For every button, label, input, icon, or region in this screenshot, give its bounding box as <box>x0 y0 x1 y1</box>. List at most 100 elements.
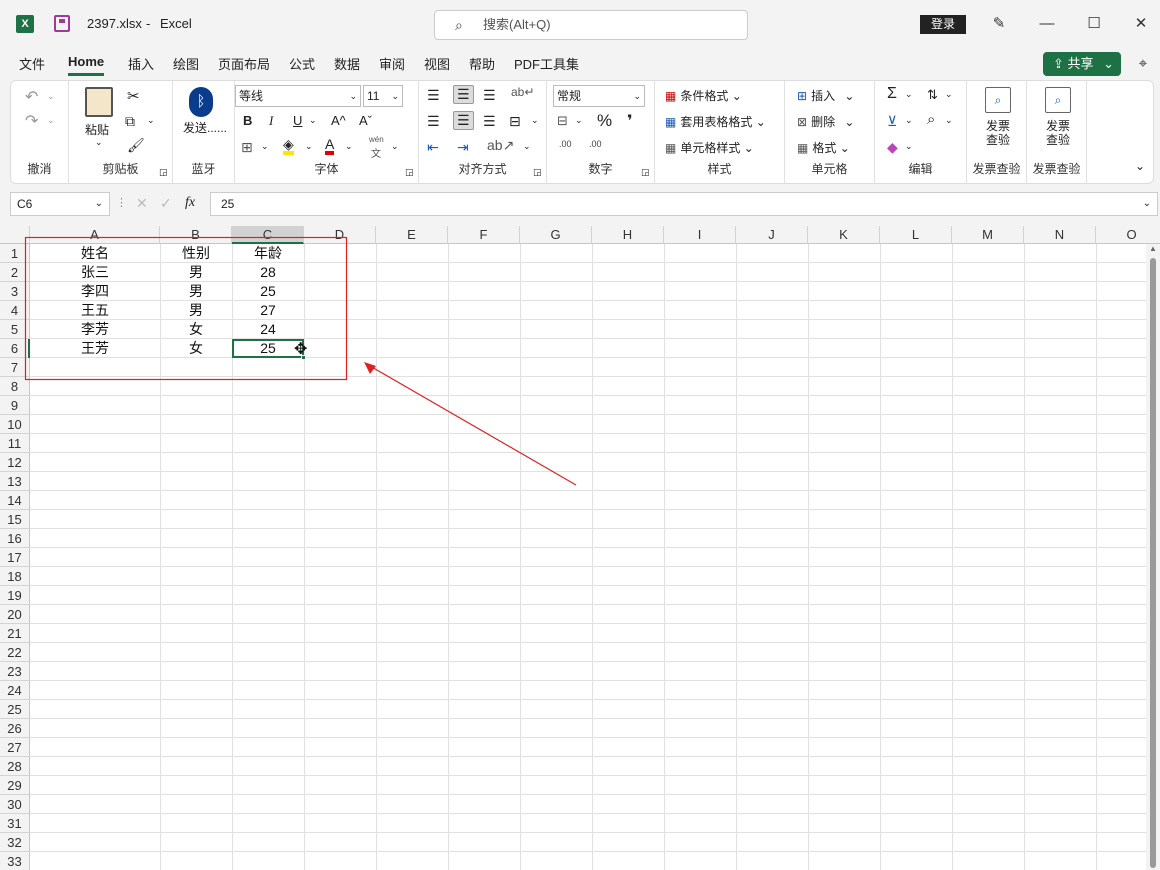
scroll-up-icon[interactable]: ▲ <box>1149 244 1157 253</box>
row-header[interactable]: 32 <box>0 833 30 852</box>
invoice-check-button-2[interactable]: 发票查验 <box>1043 119 1073 147</box>
font-name-select[interactable]: 等线 ⌄ <box>235 85 361 107</box>
align-bottom-icon[interactable]: ☰ <box>483 87 496 104</box>
cell-c5[interactable]: 24 <box>232 320 304 339</box>
format-cells-button[interactable]: ▦ 格式 ⌄ <box>797 139 850 156</box>
row-header[interactable]: 7 <box>0 358 30 377</box>
dialog-launcher-icon[interactable]: ◲ <box>641 167 650 178</box>
autosum-button[interactable]: Σ <box>887 85 897 103</box>
row-header[interactable]: 2 <box>0 263 30 282</box>
column-header-m[interactable]: M <box>952 226 1024 244</box>
column-header-j[interactable]: J <box>736 226 808 244</box>
row-header[interactable]: 4 <box>0 301 30 320</box>
fill-dropdown-icon[interactable]: ⌄ <box>305 141 313 152</box>
row-header[interactable]: 24 <box>0 681 30 700</box>
row-header[interactable]: 29 <box>0 776 30 795</box>
bold-button[interactable]: B <box>243 113 252 128</box>
tab-view[interactable]: 视图 <box>424 54 450 76</box>
cell-a6[interactable]: 王芳 <box>30 339 160 358</box>
format-painter-icon[interactable]: 🖌 <box>127 137 145 154</box>
vertical-scrollbar[interactable]: ▲ <box>1146 244 1160 870</box>
cut-icon[interactable]: ✂ <box>127 87 140 105</box>
row-header[interactable]: 23 <box>0 662 30 681</box>
underline-button[interactable]: U <box>293 113 302 128</box>
cell-a1[interactable]: 姓名 <box>30 244 160 263</box>
name-box[interactable]: C6 ⌄ <box>10 192 110 216</box>
tab-formulas[interactable]: 公式 <box>289 54 315 76</box>
decrease-indent-icon[interactable]: ⇤ <box>427 139 439 156</box>
phonetic-icon[interactable]: 文 <box>371 145 381 160</box>
row-header[interactable]: 28 <box>0 757 30 776</box>
tab-page-layout[interactable]: 页面布局 <box>218 54 270 76</box>
tab-data[interactable]: 数据 <box>334 54 360 76</box>
tab-insert[interactable]: 插入 <box>128 54 154 76</box>
copy-icon[interactable]: ⧉ <box>125 113 135 130</box>
paste-label[interactable]: 粘贴 <box>85 121 109 138</box>
cell-styles-button[interactable]: ▦ 单元格样式 ⌄ <box>665 139 754 156</box>
row-header[interactable]: 25 <box>0 700 30 719</box>
find-dropdown-icon[interactable]: ⌄ <box>945 115 953 126</box>
column-header-e[interactable]: E <box>376 226 448 244</box>
dialog-launcher-icon[interactable]: ◲ <box>159 167 168 178</box>
shrink-font-button[interactable]: Aˇ <box>359 113 372 128</box>
undo-icon[interactable]: ↶ <box>25 87 38 107</box>
paste-icon[interactable] <box>85 87 113 117</box>
merge-dropdown-icon[interactable]: ⌄ <box>531 115 539 126</box>
insert-cells-button[interactable]: ⊞ 插入 ⌄ <box>797 87 854 104</box>
row-header[interactable]: 1 <box>0 244 30 263</box>
dialog-launcher-icon[interactable]: ◲ <box>405 167 414 178</box>
redo-icon[interactable]: ↷ <box>25 111 38 131</box>
column-header-i[interactable]: I <box>664 226 736 244</box>
sort-dropdown-icon[interactable]: ⌄ <box>945 89 953 100</box>
search-box[interactable]: ⌕ 搜索(Alt+Q) <box>434 10 748 40</box>
row-header[interactable]: 14 <box>0 491 30 510</box>
underline-dropdown-icon[interactable]: ⌄ <box>309 115 317 126</box>
tab-review[interactable]: 审阅 <box>379 54 405 76</box>
column-header-f[interactable]: F <box>448 226 520 244</box>
tab-draw[interactable]: 绘图 <box>173 54 199 76</box>
invoice-check-icon[interactable]: ⌕ <box>985 87 1011 113</box>
scroll-thumb[interactable] <box>1150 258 1156 868</box>
grow-font-button[interactable]: A^ <box>331 113 346 128</box>
column-header-h[interactable]: H <box>592 226 664 244</box>
orientation-dropdown-icon[interactable]: ⌄ <box>523 141 531 152</box>
cell-c3[interactable]: 25 <box>232 282 304 301</box>
clear-icon[interactable]: ◆ <box>887 139 898 156</box>
find-icon[interactable]: ⌕ <box>927 111 935 128</box>
row-header[interactable]: 20 <box>0 605 30 624</box>
column-header-o[interactable]: O <box>1096 226 1160 244</box>
close-icon[interactable]: ✕ <box>1126 10 1156 38</box>
row-header[interactable]: 9 <box>0 396 30 415</box>
tab-pdf[interactable]: PDF工具集 <box>514 54 579 76</box>
conditional-format-button[interactable]: ▦ 条件格式 ⌄ <box>665 87 742 104</box>
insert-function-button[interactable]: fx <box>185 195 195 211</box>
share-button[interactable]: ⇪ 共享 ⌄ <box>1043 52 1121 76</box>
cell-b1[interactable]: 性别 <box>160 244 232 263</box>
ribbon-collapse-icon[interactable]: ⌄ <box>1135 159 1145 173</box>
row-header[interactable]: 12 <box>0 453 30 472</box>
pen-icon[interactable]: ✎ <box>984 10 1014 38</box>
column-header-n[interactable]: N <box>1024 226 1096 244</box>
row-header[interactable]: 19 <box>0 586 30 605</box>
currency-icon[interactable]: ⊟ <box>557 113 568 129</box>
border-dropdown-icon[interactable]: ⌄ <box>261 141 269 152</box>
decrease-decimal-icon[interactable]: .00 <box>589 139 602 149</box>
redo-dropdown-icon[interactable]: ⌄ <box>47 115 55 126</box>
cell-b4[interactable]: 男 <box>160 301 232 320</box>
dialog-launcher-icon[interactable]: ◲ <box>533 167 542 178</box>
column-header-b[interactable]: B <box>160 226 232 244</box>
delete-cells-button[interactable]: ⊠ 删除 ⌄ <box>797 113 854 130</box>
comments-icon[interactable]: ⌖ <box>1128 50 1158 78</box>
wrap-text-icon[interactable]: ab↵ <box>511 85 534 99</box>
row-header[interactable]: 31 <box>0 814 30 833</box>
tab-home[interactable]: Home <box>68 54 105 76</box>
column-header-a[interactable]: A <box>30 226 160 244</box>
align-middle-icon[interactable]: ☰ <box>453 85 474 104</box>
row-header[interactable]: 13 <box>0 472 30 491</box>
undo-dropdown-icon[interactable]: ⌄ <box>47 91 55 102</box>
row-header[interactable]: 16 <box>0 529 30 548</box>
row-header[interactable]: 22 <box>0 643 30 662</box>
align-left-icon[interactable]: ☰ <box>427 113 440 130</box>
cell-a2[interactable]: 张三 <box>30 263 160 282</box>
orientation-icon[interactable]: ab↗ <box>487 137 514 154</box>
